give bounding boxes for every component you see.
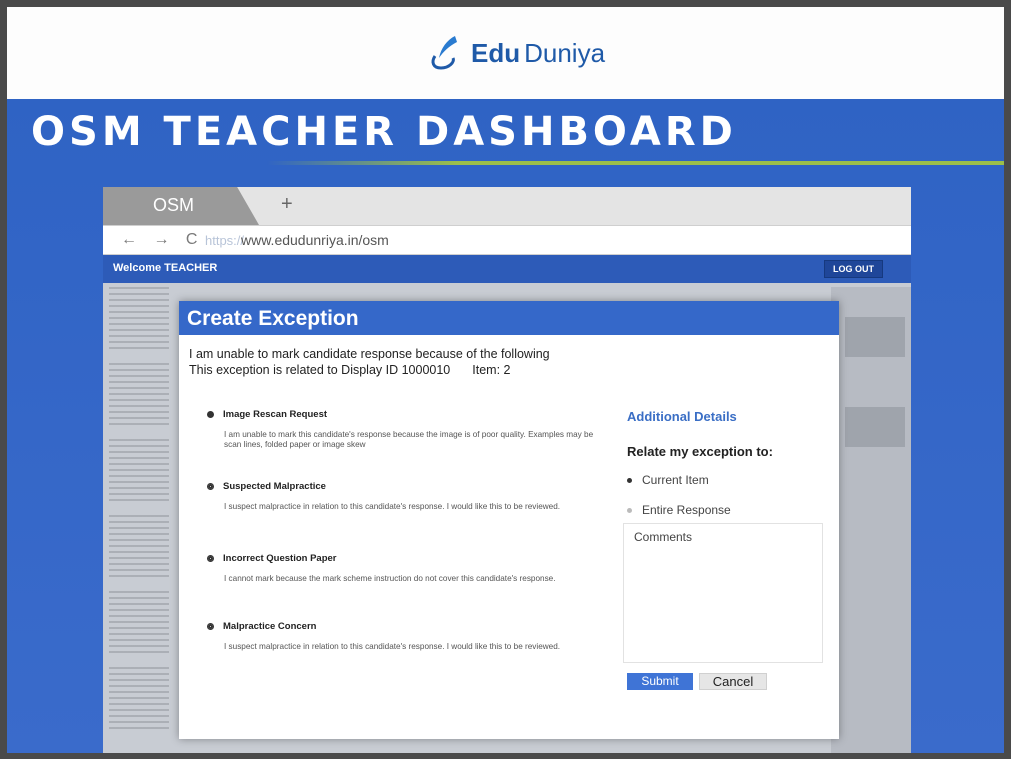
navigation-icons[interactable]: ← → C <box>121 231 203 249</box>
relate-current-item-label: Current Item <box>642 473 709 487</box>
thumbnail <box>109 667 169 729</box>
display-id-text: This exception is related to Display ID … <box>189 363 451 377</box>
relate-entire-response-label: Entire Response <box>642 503 731 517</box>
cancel-button[interactable]: Cancel <box>699 673 767 690</box>
background-thumbnails <box>109 287 169 753</box>
relate-entire-response[interactable]: Entire Response <box>627 503 827 517</box>
relate-label: Relate my exception to: <box>627 444 773 459</box>
url-text[interactable]: www.edudunriya.in/osm <box>241 232 389 248</box>
additional-details-panel: Additional Details Relate my exception t… <box>627 409 827 517</box>
option-title: Incorrect Question Paper <box>223 553 337 564</box>
logout-button[interactable]: LOG OUT <box>824 260 883 278</box>
item-number: Item: 2 <box>472 363 511 377</box>
thumbnail <box>109 363 169 425</box>
background-block <box>845 407 905 447</box>
radio-selected-icon[interactable] <box>627 477 632 483</box>
comments-textarea[interactable]: Comments <box>623 523 823 663</box>
intro-line-1: I am unable to mark candidate response b… <box>189 347 550 361</box>
option-description: I am unable to mark this candidate's res… <box>224 430 594 449</box>
thumbnail <box>109 439 169 501</box>
option-image-rescan[interactable]: Image Rescan Request I am unable to mark… <box>207 409 607 450</box>
new-tab-button[interactable]: + <box>281 193 293 216</box>
dialog-title: Create Exception <box>187 307 359 330</box>
option-malpractice-concern[interactable]: Malpractice Concern I suspect malpractic… <box>207 621 607 652</box>
quill-logo-icon <box>431 36 457 70</box>
title-underline <box>267 161 1004 165</box>
logo-band: Edu Duniya <box>7 7 1004 99</box>
tab-bar: OSM + <box>103 187 911 225</box>
radio-icon[interactable] <box>627 507 632 513</box>
background-block <box>845 317 905 357</box>
radio-selected-icon[interactable] <box>207 411 214 418</box>
slide-title: OSM TEACHER DASHBOARD <box>31 109 737 155</box>
option-description: I suspect malpractice in relation to thi… <box>224 642 561 651</box>
logo-text-edu: Edu <box>471 37 521 68</box>
option-title: Suspected Malpractice <box>223 481 326 492</box>
additional-details-title: Additional Details <box>627 409 737 424</box>
intro-line-2: This exception is related to Display ID … <box>189 363 510 377</box>
radio-icon[interactable] <box>207 623 214 630</box>
option-description: I suspect malpractice in relation to thi… <box>224 502 561 511</box>
thumbnail <box>109 591 169 653</box>
thumbnail <box>109 515 169 577</box>
option-title: Image Rescan Request <box>223 409 328 420</box>
submit-button[interactable]: Submit <box>627 673 693 690</box>
tab-osm-label[interactable]: OSM <box>153 195 194 216</box>
app-header: Welcome TEACHER LOG OUT <box>103 255 911 283</box>
option-description: I cannot mark because the mark scheme in… <box>224 574 556 583</box>
background-side-panel <box>831 287 911 753</box>
logo-text-duniya: Duniya <box>524 37 606 68</box>
welcome-text: Welcome TEACHER <box>113 262 218 274</box>
url-protocol: https:// <box>205 233 245 248</box>
dialog-header: Create Exception <box>179 301 839 335</box>
option-suspected-malpractice[interactable]: Suspected Malpractice I suspect malpract… <box>207 481 607 512</box>
address-bar[interactable]: ← → C https:// www.edudunriya.in/osm <box>103 225 911 255</box>
option-title: Malpractice Concern <box>223 621 317 632</box>
thumbnail <box>109 287 169 349</box>
option-incorrect-question-paper[interactable]: Incorrect Question Paper I cannot mark b… <box>207 553 607 584</box>
relate-current-item[interactable]: Current Item <box>627 473 827 487</box>
slide-frame: Edu Duniya OSM TEACHER DASHBOARD OSM + ← … <box>0 0 1011 759</box>
radio-icon[interactable] <box>207 555 214 562</box>
create-exception-dialog: Create Exception I am unable to mark can… <box>179 301 839 739</box>
edu-duniya-logo: Edu Duniya <box>425 31 605 75</box>
radio-icon[interactable] <box>207 483 214 490</box>
